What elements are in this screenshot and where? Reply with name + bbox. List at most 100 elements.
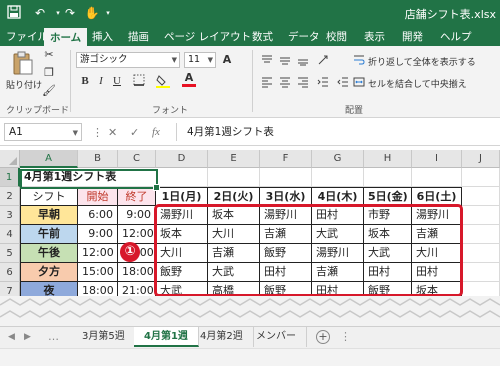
column-header-c[interactable]: C: [118, 150, 156, 168]
align-top-icon[interactable]: [260, 54, 274, 70]
merge-center-button[interactable]: セルを結合して中央揃え: [368, 77, 467, 90]
staff-cell[interactable]: 大武: [208, 263, 260, 282]
grid-cell[interactable]: [462, 187, 500, 206]
grid-cell[interactable]: [312, 168, 364, 187]
orientation-icon[interactable]: [316, 54, 330, 70]
underline-button[interactable]: U: [110, 74, 124, 88]
more-options-icon[interactable]: ⋮: [340, 330, 351, 343]
staff-cell[interactable]: 田村: [364, 263, 412, 282]
shift-name-cell[interactable]: 午前: [20, 225, 78, 244]
tab-draw[interactable]: 描画: [128, 29, 149, 44]
header-day-cell[interactable]: 3日(水): [260, 187, 312, 206]
select-all-corner[interactable]: [0, 150, 20, 168]
staff-cell[interactable]: 湯野川: [260, 206, 312, 225]
sheet-title-cell[interactable]: 4月第1週シフト表: [20, 168, 158, 187]
align-middle-icon[interactable]: [278, 54, 292, 70]
column-header-a[interactable]: A: [20, 150, 78, 168]
staff-cell[interactable]: 吉瀬: [260, 225, 312, 244]
tab-file[interactable]: ファイル: [6, 29, 48, 44]
name-box[interactable]: A1 ▼: [4, 123, 82, 141]
more-options-icon[interactable]: ⋮: [92, 126, 103, 139]
grid-cell[interactable]: [462, 225, 500, 244]
staff-cell[interactable]: 坂本: [156, 225, 208, 244]
cut-icon[interactable]: ✂: [42, 48, 56, 62]
customize-toolbar-icon[interactable]: ▾: [100, 5, 116, 21]
align-right-icon[interactable]: [296, 76, 310, 92]
column-header-b[interactable]: B: [78, 150, 118, 168]
shift-end-cell[interactable]: 12:00: [118, 225, 156, 244]
font-color-icon[interactable]: A: [182, 72, 196, 87]
outdent-icon[interactable]: [336, 76, 350, 92]
merge-center-icon[interactable]: [352, 76, 366, 92]
shift-name-cell[interactable]: 早朝: [20, 206, 78, 225]
grid-cell[interactable]: [462, 244, 500, 263]
staff-cell[interactable]: 大武: [364, 244, 412, 263]
staff-cell[interactable]: 吉瀬: [412, 225, 462, 244]
column-header-f[interactable]: F: [260, 150, 312, 168]
header-end-cell[interactable]: 終了: [118, 187, 156, 206]
shift-name-cell[interactable]: 午後: [20, 244, 78, 263]
column-header-d[interactable]: D: [156, 150, 208, 168]
staff-cell[interactable]: 大川: [208, 225, 260, 244]
staff-cell[interactable]: 市野: [364, 206, 412, 225]
row-header-1[interactable]: 1: [0, 168, 20, 187]
bold-button[interactable]: B: [78, 74, 92, 88]
grid-cell[interactable]: [208, 168, 260, 187]
tab-view[interactable]: 表示: [364, 29, 385, 44]
sheet-tab-march-week5[interactable]: 3月第5週: [72, 327, 136, 347]
staff-cell[interactable]: 飯野: [260, 244, 312, 263]
header-day-cell[interactable]: 6日(土): [412, 187, 462, 206]
staff-cell[interactable]: 吉瀬: [208, 244, 260, 263]
copy-icon[interactable]: ❐: [42, 66, 56, 80]
more-sheets-icon[interactable]: …: [48, 330, 59, 343]
grow-font-icon[interactable]: A: [220, 53, 234, 67]
staff-cell[interactable]: 吉瀬: [312, 263, 364, 282]
wrap-text-button[interactable]: 折り返して全体を表示する: [368, 55, 476, 68]
header-day-cell[interactable]: 4日(木): [312, 187, 364, 206]
staff-cell[interactable]: 湯野川: [156, 206, 208, 225]
grid-cell[interactable]: [260, 168, 312, 187]
grid-cell[interactable]: [412, 168, 462, 187]
staff-cell[interactable]: 田村: [412, 263, 462, 282]
tab-help[interactable]: ヘルプ: [440, 29, 472, 44]
align-center-icon[interactable]: [278, 76, 292, 92]
header-day-cell[interactable]: 5日(金): [364, 187, 412, 206]
borders-icon[interactable]: [132, 74, 146, 90]
tab-developer[interactable]: 開発: [402, 29, 423, 44]
staff-cell[interactable]: 湯野川: [312, 244, 364, 263]
grid-cell[interactable]: [462, 168, 500, 187]
staff-cell[interactable]: 飯野: [156, 263, 208, 282]
tab-data[interactable]: データ: [288, 29, 320, 44]
save-icon[interactable]: [6, 5, 22, 21]
shift-end-cell[interactable]: 18:00: [118, 263, 156, 282]
paste-icon[interactable]: [12, 50, 34, 76]
column-header-i[interactable]: I: [412, 150, 462, 168]
staff-cell[interactable]: 坂本: [364, 225, 412, 244]
grid-cell[interactable]: [156, 168, 208, 187]
tab-review[interactable]: 校閲: [326, 29, 347, 44]
staff-cell[interactable]: 大川: [412, 244, 462, 263]
wrap-text-icon[interactable]: [352, 54, 366, 70]
staff-cell[interactable]: 大武: [312, 225, 364, 244]
column-header-g[interactable]: G: [312, 150, 364, 168]
scroll-left-icon[interactable]: ◀: [8, 332, 15, 342]
align-left-icon[interactable]: [260, 76, 274, 92]
header-shift-cell[interactable]: シフト: [20, 187, 78, 206]
tab-formulas[interactable]: 数式: [252, 29, 273, 44]
header-day-cell[interactable]: 2日(火): [208, 187, 260, 206]
shift-start-cell[interactable]: 12:00: [78, 244, 118, 263]
fill-color-icon[interactable]: [156, 74, 170, 92]
tab-page-layout[interactable]: ページ レイアウト: [164, 29, 251, 44]
touch-mode-icon[interactable]: ✋: [84, 5, 100, 21]
staff-cell[interactable]: 湯野川: [412, 206, 462, 225]
shift-start-cell[interactable]: 6:00: [78, 206, 118, 225]
staff-cell[interactable]: 田村: [260, 263, 312, 282]
row-header-2[interactable]: 2: [0, 187, 20, 206]
scroll-right-icon[interactable]: ▶: [24, 332, 31, 342]
sheet-tab-members[interactable]: メンバー: [246, 327, 307, 347]
format-painter-icon[interactable]: 🖌: [42, 84, 56, 98]
font-name-combo[interactable]: 游ゴシック ▼: [76, 52, 180, 68]
shift-start-cell[interactable]: 15:00: [78, 263, 118, 282]
add-sheet-icon[interactable]: +: [316, 330, 330, 344]
row-header-5[interactable]: 5: [0, 244, 20, 263]
